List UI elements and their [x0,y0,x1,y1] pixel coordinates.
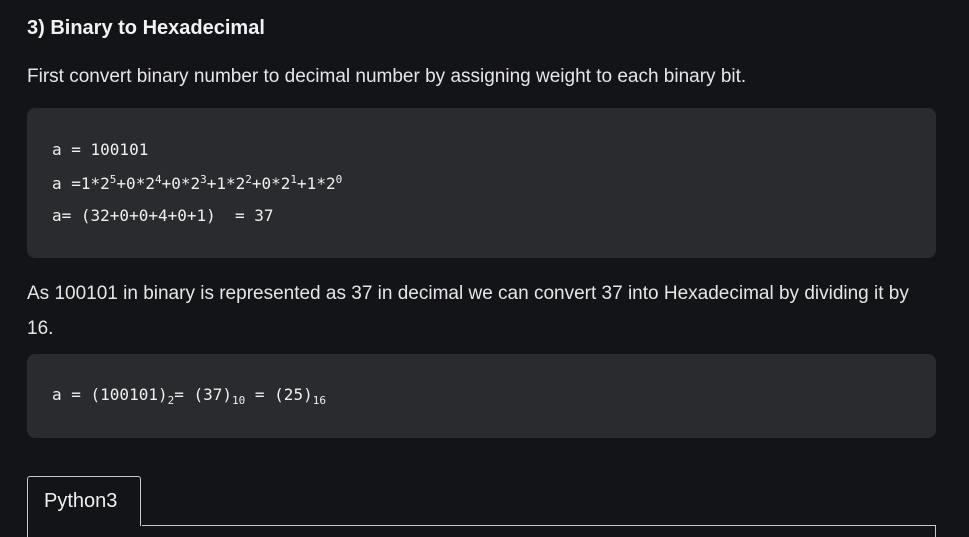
exponent: 4 [154,173,162,186]
code-line-decimal-sum: a= (32+0+0+4+0+1) = 37 [52,206,274,225]
binary-number: (100101) [90,385,168,404]
tab-label: Python3 [44,490,118,512]
exponent: 3 [200,173,207,186]
expansion-term: +1*2 [297,174,336,193]
decimal-base: 10 [232,394,246,407]
decimal-number: (37) [193,385,233,404]
tab-content-panel [27,526,936,537]
conversion-prefix: a = [52,385,91,404]
exponent: 0 [335,173,343,186]
expansion-term: +0*2 [161,174,201,193]
exponent: 2 [245,173,252,186]
conversion-code-block: a = (100101)2= (37)10 = (25)16 [27,354,936,438]
tab-python3[interactable]: Python3 [27,476,141,526]
equals-sign: = [245,385,275,404]
code-line-base-conversion: a = (100101)2= (37)10 = (25)16 [52,385,326,407]
expansion-term: +0*2 [251,174,291,193]
article-page: 3) Binary to Hexadecimal First convert b… [0,0,969,537]
expansion-term: +0*2 [116,174,155,193]
hex-number: (25) [274,385,313,404]
explanation-paragraph: As 100101 in binary is represented as 37… [27,283,909,339]
expansion-prefix: a =1*2 [52,174,110,193]
code-line-binary-value: a = 100101 [52,140,149,159]
code-line-weight-expansion: a =1*25+0*24+0*23+1*22+0*21+1*20 [52,173,342,193]
expansion-term: +1*2 [206,174,246,193]
language-tabs: Python3 [27,476,936,537]
section-heading: 3) Binary to Hexadecimal [27,17,265,39]
example-code-block: a = 100101 a =1*25+0*24+0*23+1*22+0*21+1… [27,108,936,258]
intro-paragraph: First convert binary number to decimal n… [27,66,747,87]
equals-sign: = [174,385,194,404]
hex-base: 16 [312,394,326,407]
